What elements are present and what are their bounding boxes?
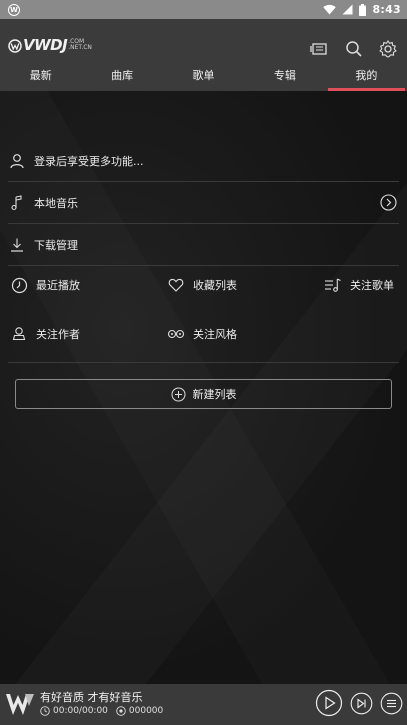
status-right: 8:43 bbox=[323, 3, 401, 16]
tab-playlists[interactable]: 歌单 bbox=[163, 64, 244, 91]
followed-artists-label: 关注作者 bbox=[36, 328, 80, 341]
download-icon bbox=[8, 236, 26, 254]
recent-plays-item[interactable]: 最近播放 bbox=[10, 273, 80, 297]
logo-domain-bottom: .NET.CN bbox=[68, 44, 92, 51]
player-controls bbox=[315, 689, 403, 717]
favorites-item[interactable]: 收藏列表 bbox=[167, 273, 237, 297]
battery-icon bbox=[359, 3, 367, 16]
local-music-label: 本地音乐 bbox=[34, 196, 78, 210]
local-music-row[interactable]: 本地音乐 bbox=[8, 182, 399, 223]
divider bbox=[8, 362, 399, 363]
divider bbox=[8, 265, 399, 266]
playlist-icon bbox=[324, 276, 342, 294]
artist-icon bbox=[10, 325, 28, 343]
wifi-icon bbox=[323, 4, 337, 15]
mini-player: 有好音质 才有好音乐 00:00/00:00 000000 bbox=[0, 684, 407, 725]
app-header: VWDJ .COM .NET.CN bbox=[0, 19, 407, 64]
header-actions bbox=[310, 39, 398, 59]
heart-icon bbox=[167, 276, 185, 294]
player-logo-icon[interactable] bbox=[5, 689, 35, 719]
app-notification-icon: W bbox=[8, 3, 20, 16]
new-list-label: 新建列表 bbox=[192, 388, 237, 401]
download-manager-label: 下载管理 bbox=[34, 238, 78, 252]
tab-mine[interactable]: 我的 bbox=[326, 64, 407, 91]
followed-playlists-label: 关注歌单 bbox=[350, 279, 394, 292]
recent-plays-label: 最近播放 bbox=[36, 279, 80, 292]
tab-latest[interactable]: 最新 bbox=[0, 64, 81, 91]
new-list-button[interactable]: 新建列表 bbox=[15, 379, 392, 409]
login-row[interactable]: 登录后享受更多功能... bbox=[8, 140, 399, 181]
followed-styles-item[interactable]: 关注风格 bbox=[167, 322, 237, 346]
followed-artists-item[interactable]: 关注作者 bbox=[10, 322, 80, 346]
clock-icon bbox=[10, 276, 28, 294]
tab-albums[interactable]: 专辑 bbox=[244, 64, 325, 91]
logo-w-icon bbox=[8, 39, 22, 53]
player-count: 000000 bbox=[128, 706, 164, 716]
next-icon[interactable] bbox=[350, 692, 373, 715]
mine-panel: 登录后享受更多功能... 本地音乐 下载管理 最近播放 收藏列表 关注歌单 关注… bbox=[0, 91, 407, 684]
playlist-menu-icon[interactable] bbox=[380, 692, 403, 715]
add-circle-icon bbox=[171, 387, 185, 401]
music-note-icon bbox=[8, 194, 26, 212]
player-title[interactable]: 有好音质 才有好音乐 bbox=[40, 689, 143, 705]
settings-icon[interactable] bbox=[378, 39, 398, 59]
download-manager-row[interactable]: 下载管理 bbox=[8, 224, 399, 265]
status-bar: W 8:43 bbox=[0, 0, 407, 19]
status-time: 8:43 bbox=[372, 3, 401, 16]
followed-styles-label: 关注风格 bbox=[193, 328, 237, 341]
search-icon[interactable] bbox=[344, 39, 364, 59]
signal-icon bbox=[342, 4, 353, 15]
chevron-right-icon[interactable] bbox=[380, 194, 397, 211]
tab-bar: 最新 曲库 歌单 专辑 我的 bbox=[0, 64, 407, 91]
time-icon bbox=[40, 706, 50, 716]
logo-text: VWDJ bbox=[23, 36, 68, 54]
play-icon[interactable] bbox=[315, 689, 343, 717]
status-left: W bbox=[8, 3, 20, 16]
followed-playlists-item[interactable]: 关注歌单 bbox=[324, 273, 394, 297]
user-icon bbox=[8, 152, 26, 170]
player-time: 00:00/00:00 bbox=[53, 706, 108, 716]
vwdj-logo[interactable]: VWDJ .COM .NET.CN bbox=[8, 36, 92, 54]
player-meta: 00:00/00:00 000000 bbox=[40, 706, 163, 716]
favorites-label: 收藏列表 bbox=[193, 279, 237, 292]
queue-icon[interactable] bbox=[310, 39, 330, 59]
play-count-icon bbox=[116, 706, 126, 716]
style-glasses-icon bbox=[167, 325, 185, 343]
login-label: 登录后享受更多功能... bbox=[34, 154, 144, 168]
tab-library[interactable]: 曲库 bbox=[81, 64, 162, 91]
logo-domain: .COM .NET.CN bbox=[68, 39, 92, 51]
